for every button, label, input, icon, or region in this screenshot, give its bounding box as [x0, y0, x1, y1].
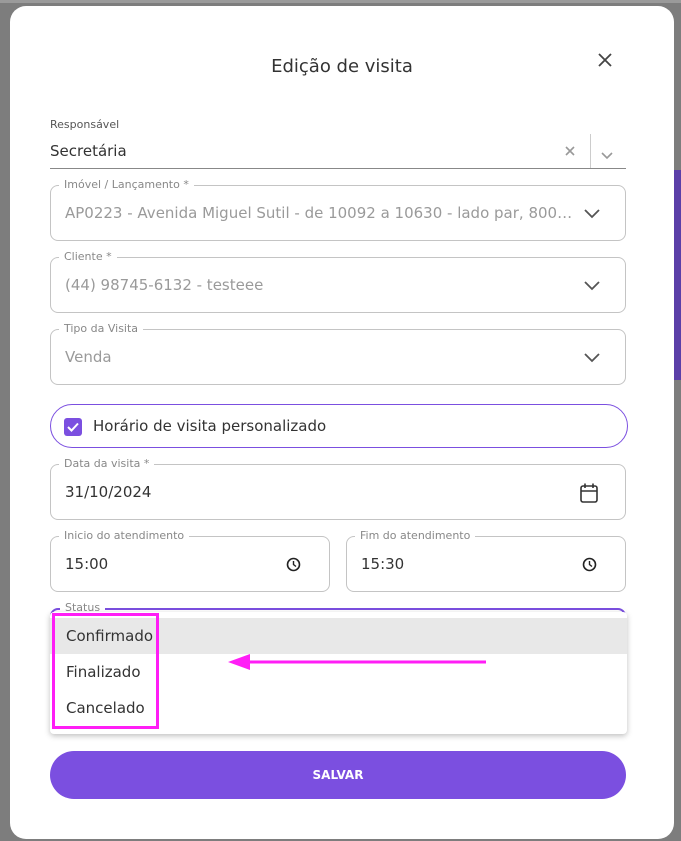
background-overlay: [0, 0, 681, 3]
imovel-value: AP0223 - Avenida Miguel Sutil - de 10092…: [65, 204, 575, 222]
modal-title: Edição de visita: [271, 56, 413, 77]
cliente-select[interactable]: Cliente * (44) 98745-6132 - testeee: [50, 250, 626, 313]
clock-icon[interactable]: [582, 557, 597, 572]
calendar-icon[interactable]: [579, 482, 599, 504]
responsavel-underline: [50, 168, 626, 169]
annotation-arrow: [228, 654, 486, 670]
background-panel-right: [674, 170, 681, 380]
responsavel-label: Responsável: [50, 118, 120, 131]
tipo-visita-value: Venda: [65, 348, 112, 366]
chevron-down-icon: [584, 281, 600, 291]
data-visita-label: Data da visita *: [59, 457, 155, 470]
clear-icon[interactable]: [563, 143, 577, 157]
responsavel-select[interactable]: Secretária: [50, 142, 127, 160]
tipo-visita-label: Tipo da Visita: [59, 322, 144, 335]
clock-icon[interactable]: [286, 557, 301, 572]
inicio-atendimento-label: Inicio do atendimento: [59, 529, 190, 542]
edit-visit-modal: Edição de visita Responsável Secretária …: [10, 6, 674, 839]
chevron-down-icon: [584, 353, 600, 363]
close-icon: [598, 53, 612, 67]
inicio-atendimento-input[interactable]: Inicio do atendimento 15:00: [50, 529, 330, 592]
annotation-highlight-box: [52, 613, 159, 729]
imovel-select[interactable]: Imóvel / Lançamento * AP0223 - Avenida M…: [50, 178, 626, 241]
close-button[interactable]: [595, 50, 615, 70]
cliente-value: (44) 98745-6132 - testeee: [65, 276, 264, 294]
save-button[interactable]: SALVAR: [50, 751, 626, 799]
data-visita-input[interactable]: Data da visita * 31/10/2024: [50, 457, 626, 520]
horario-personalizado-label: Horário de visita personalizado: [93, 417, 327, 435]
imovel-label: Imóvel / Lançamento *: [59, 178, 194, 191]
horario-personalizado-checkbox[interactable]: Horário de visita personalizado: [50, 404, 628, 448]
data-visita-value: 31/10/2024: [65, 483, 152, 501]
fim-atendimento-value: 15:30: [361, 555, 405, 573]
fim-atendimento-label: Fim do atendimento: [355, 529, 476, 542]
check-icon[interactable]: [64, 418, 82, 436]
chevron-down-icon[interactable]: [600, 146, 614, 160]
fim-atendimento-input[interactable]: Fim do atendimento 15:30: [346, 529, 626, 592]
tipo-visita-select[interactable]: Tipo da Visita Venda: [50, 322, 626, 385]
chevron-down-icon: [584, 209, 600, 219]
divider: [590, 134, 591, 168]
cliente-label: Cliente *: [59, 250, 117, 263]
